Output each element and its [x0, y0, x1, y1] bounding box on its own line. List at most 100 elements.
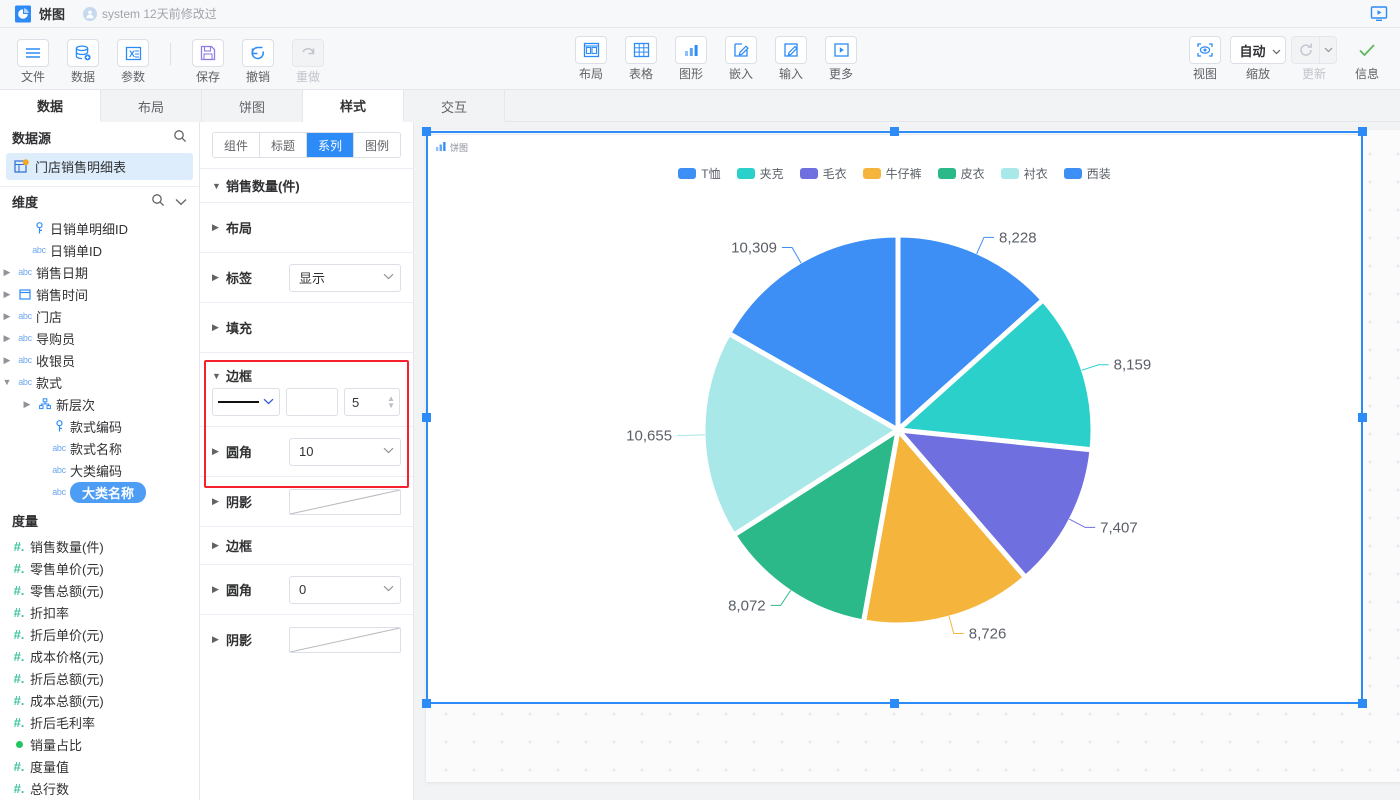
tree-node-label: 导购员 [36, 329, 75, 348]
style-row-shadow-1[interactable]: ▶ 阴影 [200, 476, 413, 526]
measure-item-gross-margin[interactable]: #.折后毛利率 [0, 712, 199, 734]
style-row-shadow-2[interactable]: ▶ 阴影 [200, 614, 413, 664]
presentation-icon[interactable] [1368, 4, 1390, 24]
chevron-right-icon[interactable]: ▶ [212, 272, 226, 283]
tab-style[interactable]: 样式 [303, 90, 404, 122]
measure-item-measure-value[interactable]: #.度量值 [0, 756, 199, 778]
tab-data[interactable]: 数据 [0, 90, 101, 122]
tree-node-daily-id[interactable]: abc 日销单ID [0, 239, 199, 261]
file-button[interactable]: 文件 [8, 39, 58, 84]
border-line-style-select[interactable] [212, 388, 280, 416]
tab-layout[interactable]: 布局 [101, 90, 202, 122]
table-button[interactable]: 表格 [616, 36, 666, 81]
measure-item-retail-total[interactable]: #.零售总额(元) [0, 580, 199, 602]
chevron-right-icon[interactable]: ▶ [212, 322, 226, 333]
style-row-radius-10[interactable]: ▶ 圆角 10 [200, 426, 413, 476]
search-icon[interactable] [151, 193, 165, 210]
chevron-down-icon[interactable]: ▼ [212, 371, 226, 381]
chevron-right-icon[interactable]: ▶ [212, 584, 226, 595]
measure-item-cost-price[interactable]: #.成本价格(元) [0, 646, 199, 668]
tree-node-new-hierarchy[interactable]: ▶ 新层次 [0, 393, 199, 415]
tab-pie[interactable]: 饼图 [202, 90, 303, 122]
border-color-swatch[interactable] [286, 388, 338, 416]
tree-node-sale-date[interactable]: ▶ abc 销售日期 [0, 261, 199, 283]
tree-node-store[interactable]: ▶ abc 门店 [0, 305, 199, 327]
label-display-select[interactable]: 显示 [289, 264, 401, 292]
measure-item-sales-share[interactable]: 销量占比 [0, 734, 199, 756]
input-button[interactable]: 输入 [766, 36, 816, 81]
zoom-control[interactable]: 自动 缩放 [1230, 36, 1286, 81]
tab-interaction[interactable]: 交互 [404, 90, 505, 122]
chevron-right-icon[interactable]: ▶ [0, 311, 14, 322]
chevron-right-icon[interactable]: ▶ [20, 399, 34, 410]
stepper-arrows[interactable]: ▲▼ [387, 395, 395, 409]
pie-chart-svg[interactable]: 8,2288,1597,4078,7268,07210,65510,309 [428, 135, 1363, 705]
corner-radius-select-2[interactable]: 0 [289, 576, 401, 604]
embed-button[interactable]: 嵌入 [716, 36, 766, 81]
zoom-select[interactable]: 自动 [1230, 36, 1285, 64]
refresh-split-button[interactable] [1291, 36, 1337, 64]
measure-item-cost-total[interactable]: #.成本总额(元) [0, 690, 199, 712]
chevron-right-icon[interactable]: ▶ [0, 267, 14, 278]
datasource-item-store-sales[interactable]: 门店销售明细表 [6, 153, 193, 180]
tree-node-style[interactable]: ▼ abc 款式 [0, 371, 199, 393]
pie-chart-widget[interactable]: 饼图 T恤 夹克 毛衣 牛仔裤 皮衣 衬衣 西装 8,2288,1597,407… [427, 134, 1362, 704]
measure-item-discount-rate[interactable]: #.折扣率 [0, 602, 199, 624]
tree-node-sale-time[interactable]: ▶ 销售时间 [0, 283, 199, 305]
segment-series[interactable]: 系列 [307, 133, 354, 157]
measure-item-total-rows[interactable]: #.总行数 [0, 778, 199, 800]
parameter-button[interactable]: X 参数 [108, 39, 158, 84]
view-button[interactable]: 视图 [1180, 36, 1230, 81]
undo-button[interactable]: 撤销 [233, 39, 283, 84]
chevron-right-icon[interactable]: ▶ [212, 540, 226, 551]
style-row-border-expanded[interactable]: ▼ 边框 [200, 352, 413, 388]
report-canvas[interactable]: 饼图 T恤 夹克 毛衣 牛仔裤 皮衣 衬衣 西装 8,2288,1597,407… [426, 130, 1400, 782]
chevron-right-icon[interactable]: ▶ [0, 355, 14, 366]
chevron-right-icon[interactable]: ▶ [212, 446, 226, 457]
segment-component[interactable]: 组件 [213, 133, 260, 157]
segment-title[interactable]: 标题 [260, 133, 307, 157]
chevron-down-icon[interactable] [175, 194, 187, 209]
chevron-right-icon[interactable]: ▶ [0, 289, 14, 300]
style-row-label[interactable]: ▶ 标签 显示 [200, 252, 413, 302]
measure-item-discounted-total[interactable]: #.折后总额(元) [0, 668, 199, 690]
chevron-right-icon[interactable]: ▶ [212, 634, 226, 645]
document-title: 饼图 [39, 4, 65, 23]
refresh-control[interactable]: 更新 [1286, 36, 1342, 81]
measure-item-sales-qty[interactable]: #.销售数量(件) [0, 536, 199, 558]
graph-button[interactable]: 图形 [666, 36, 716, 81]
chevron-down-icon[interactable]: ▼ [0, 377, 14, 387]
more-button[interactable]: 更多 [816, 36, 866, 81]
segment-legend[interactable]: 图例 [354, 133, 400, 157]
chevron-right-icon[interactable]: ▶ [212, 222, 226, 233]
series-header-row[interactable]: ▼ 销售数量(件) [200, 168, 413, 202]
shadow-gradient-preview-1[interactable] [289, 489, 401, 515]
measure-item-discounted-price[interactable]: #.折后单价(元) [0, 624, 199, 646]
style-row-layout[interactable]: ▶ 布局 [200, 202, 413, 252]
chevron-right-icon[interactable]: ▶ [0, 333, 14, 344]
tree-node-cashier[interactable]: ▶ abc 收银员 [0, 349, 199, 371]
search-icon[interactable] [173, 129, 187, 146]
style-row-fill[interactable]: ▶ 填充 [200, 302, 413, 352]
border-width-stepper[interactable]: 5 ▲▼ [344, 388, 400, 416]
data-button[interactable]: 数据 [58, 39, 108, 84]
refresh-icon[interactable] [1291, 36, 1319, 64]
chevron-down-icon[interactable]: ▼ [212, 181, 226, 191]
canvas-area[interactable]: 饼图 T恤 夹克 毛衣 牛仔裤 皮衣 衬衣 西装 8,2288,1597,407… [414, 122, 1400, 800]
layout-button[interactable]: 布局 [566, 36, 616, 81]
shadow-gradient-preview-2[interactable] [289, 627, 401, 653]
chevron-right-icon[interactable]: ▶ [212, 496, 226, 507]
info-button[interactable]: 信息 [1342, 36, 1392, 81]
style-row-border-2[interactable]: ▶ 边框 [200, 526, 413, 564]
tree-node-daily-detail-id[interactable]: 日销单明细ID [0, 217, 199, 239]
measure-item-retail-price[interactable]: #.零售单价(元) [0, 558, 199, 580]
tree-node-style-name[interactable]: abc 款式名称 [0, 437, 199, 459]
corner-radius-select-1[interactable]: 10 [289, 438, 401, 466]
tree-node-category-name[interactable]: abc 大类名称 [0, 481, 199, 503]
tree-node-guide[interactable]: ▶ abc 导购员 [0, 327, 199, 349]
save-button[interactable]: 保存 [183, 39, 233, 84]
style-row-radius-0[interactable]: ▶ 圆角 0 [200, 564, 413, 614]
chevron-down-icon[interactable] [1319, 36, 1337, 64]
tree-node-style-code[interactable]: 款式编码 [0, 415, 199, 437]
tree-node-category-code[interactable]: abc 大类编码 [0, 459, 199, 481]
